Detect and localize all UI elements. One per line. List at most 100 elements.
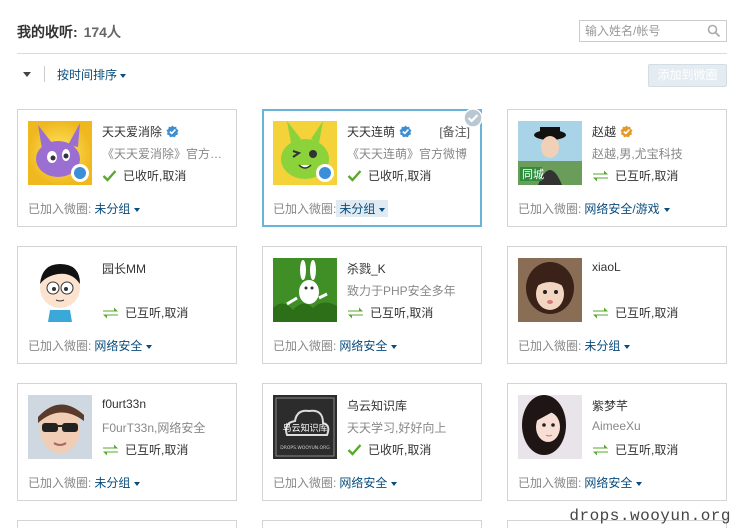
follow-status: 已互听,取消 — [102, 304, 188, 321]
group-dropdown[interactable]: 网络安全 — [91, 337, 155, 354]
avatar[interactable] — [518, 258, 582, 322]
circle-group-row: 已加入微圈: 网络安全/游戏 — [518, 200, 673, 217]
group-dropdown[interactable]: 未分组 — [91, 474, 143, 491]
follow-status: 已互听,取消 — [102, 441, 188, 458]
user-card[interactable]: 乌云知识库 DROPS.WOOYUN.ORG 乌云知识库 天天学习,好好向上 已收… — [262, 383, 482, 501]
circle-group-row: 已加入微圈: 网络安全 — [518, 474, 645, 491]
group-dropdown[interactable]: 网络安全/游戏 — [581, 200, 672, 217]
user-description: 致力于PHP安全多年 — [347, 284, 456, 298]
chevron-down-icon — [391, 344, 398, 349]
group-dropdown[interactable]: 未分组 — [336, 200, 389, 217]
group-label: 未分组 — [94, 476, 131, 490]
search-icon[interactable] — [707, 24, 721, 38]
verified-orange-icon — [620, 125, 633, 138]
search-input[interactable] — [580, 21, 698, 41]
unfollow-link[interactable]: 取消 — [407, 169, 431, 183]
unfollow-link[interactable]: 取消 — [164, 306, 188, 320]
avatar[interactable] — [28, 121, 92, 185]
follow-status: 已收听,取消 — [347, 167, 431, 184]
toolbar: 按时间排序 添加到微圈 — [17, 64, 727, 88]
mutual-follow-icon — [593, 170, 608, 182]
avatar[interactable] — [518, 395, 582, 459]
user-name[interactable]: f0urt33n — [102, 397, 146, 411]
verified-blue-icon — [399, 125, 412, 138]
unfollow-link[interactable]: 取消 — [654, 169, 678, 183]
mutual-follow-icon — [103, 307, 118, 319]
avatar[interactable] — [273, 258, 337, 322]
group-dropdown[interactable]: 未分组 — [581, 337, 633, 354]
user-description: 赵越,男,尤宝科技 — [592, 147, 683, 161]
chevron-down-icon — [379, 207, 386, 212]
add-to-circle-button[interactable]: 添加到微圈 — [648, 64, 727, 87]
mutual-follow-icon — [593, 444, 608, 456]
follow-status-label: 已收听, — [368, 169, 408, 183]
group-dropdown[interactable]: 网络安全 — [581, 474, 645, 491]
unfollow-link[interactable]: 取消 — [654, 443, 678, 457]
group-dropdown[interactable]: 未分组 — [91, 200, 143, 217]
check-icon — [102, 170, 117, 182]
search-box[interactable] — [579, 20, 727, 42]
group-prefix-label: 已加入微圈: — [518, 202, 582, 216]
follow-status-label: 已互听, — [615, 443, 655, 457]
follow-status-label: 已互听, — [125, 306, 165, 320]
group-label: 网络安全 — [339, 476, 388, 490]
unfollow-link[interactable]: 取消 — [162, 169, 186, 183]
user-card[interactable]: 园长MM 已互听,取消 已加入微圈: 网络安全 — [17, 246, 237, 364]
user-card[interactable]: 同城 赵越 赵越,男,尤宝科技 已互听,取消 已加入微圈: 网络安全/游戏 — [507, 109, 727, 227]
unfollow-link[interactable]: 取消 — [407, 443, 431, 457]
chevron-down-icon — [391, 481, 398, 486]
group-label: 网络安全/游戏 — [584, 202, 660, 216]
page-title: 我的收听: 174人 — [17, 22, 121, 42]
avatar[interactable]: 乌云知识库 DROPS.WOOYUN.ORG — [273, 395, 337, 459]
user-description: 《天天连萌》官方微博 — [347, 147, 468, 161]
circle-group-row: 已加入微圈: 未分组 — [28, 200, 143, 217]
avatar[interactable] — [28, 258, 92, 322]
group-label: 未分组 — [94, 202, 131, 216]
circle-group-row: 已加入微圈: 未分组 — [28, 474, 143, 491]
user-name[interactable]: 园长MM — [102, 262, 146, 276]
group-dropdown[interactable]: 网络安全 — [336, 474, 400, 491]
user-name[interactable]: 紫梦芊 — [592, 399, 628, 413]
avatar[interactable] — [28, 395, 92, 459]
avatar[interactable] — [273, 121, 337, 185]
user-name[interactable]: xiaoL — [592, 260, 621, 274]
follow-status-label: 已收听, — [368, 443, 408, 457]
user-description: 天天学习,好好向上 — [347, 421, 447, 435]
group-prefix-label: 已加入微圈: — [273, 476, 337, 490]
group-prefix-label: 已加入微圈: — [273, 339, 337, 353]
mutual-follow-icon — [593, 307, 608, 319]
svg-text:同城: 同城 — [522, 168, 544, 181]
user-card[interactable]: 天天爱消除 《天天爱消除》官方微博 已收听,取消 已加入微圈: 未分组 — [17, 109, 237, 227]
circle-group-row: 已加入微圈: 网络安全 — [28, 337, 155, 354]
unfollow-link[interactable]: 取消 — [654, 306, 678, 320]
card-partial — [17, 520, 237, 528]
circle-group-row: 已加入微圈: 网络安全 — [273, 337, 400, 354]
avatar[interactable]: 同城 — [518, 121, 582, 185]
group-label: 网络安全 — [94, 339, 143, 353]
unfollow-link[interactable]: 取消 — [164, 443, 188, 457]
user-name[interactable]: 赵越 — [592, 125, 616, 139]
user-name[interactable]: 杀戮_K — [347, 262, 386, 276]
user-name[interactable]: 天天连萌 — [347, 125, 395, 139]
unfollow-link[interactable]: 取消 — [409, 306, 433, 320]
sort-dropdown[interactable]: 按时间排序 — [57, 66, 127, 83]
follow-status: 已收听,取消 — [102, 167, 186, 184]
user-name[interactable]: 乌云知识库 — [347, 399, 407, 413]
chevron-down-icon — [120, 73, 127, 78]
user-card[interactable]: 紫梦芊 AimeeXu 已互听,取消 已加入微圈: 网络安全 — [507, 383, 727, 501]
user-name[interactable]: 天天爱消除 — [102, 125, 162, 139]
group-prefix-label: 已加入微圈: — [518, 339, 582, 353]
follow-status-label: 已收听, — [123, 169, 163, 183]
user-card[interactable]: 杀戮_K 致力于PHP安全多年 已互听,取消 已加入微圈: 网络安全 — [262, 246, 482, 364]
select-dropdown-icon[interactable] — [23, 72, 31, 77]
selected-check-icon[interactable] — [463, 108, 483, 128]
user-card[interactable]: xiaoL 已互听,取消 已加入微圈: 未分组 — [507, 246, 727, 364]
watermark: drops.wooyun.org — [569, 507, 731, 525]
group-prefix-label: 已加入微圈: — [518, 476, 582, 490]
avatar-logo-text: 乌云知识库 — [282, 422, 327, 434]
user-card[interactable]: f0urt33n F0urT33n,网络安全 已互听,取消 已加入微圈: 未分组 — [17, 383, 237, 501]
follow-status: 已互听,取消 — [592, 441, 678, 458]
follow-status-label: 已互听, — [370, 306, 410, 320]
group-dropdown[interactable]: 网络安全 — [336, 337, 400, 354]
user-card[interactable]: 天天连萌 [备注] 《天天连萌》官方微博 已收听,取消 已加入微圈: 未分组 — [262, 108, 483, 227]
